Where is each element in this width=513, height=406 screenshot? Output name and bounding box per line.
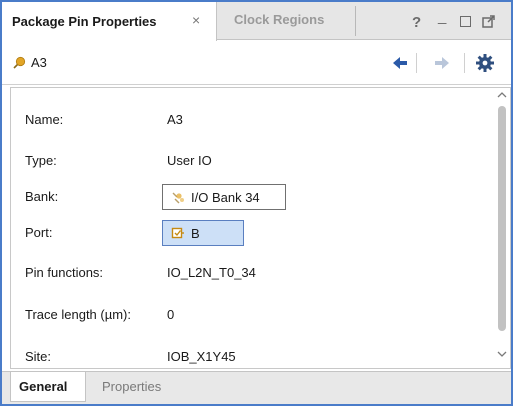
float-icon <box>482 15 495 28</box>
maximize-button[interactable] <box>460 16 471 27</box>
help-button[interactable]: ? <box>412 14 421 31</box>
bottom-tab-bar: General Properties <box>2 371 511 404</box>
toolbar-divider <box>464 53 465 73</box>
property-label: Site: <box>25 349 52 364</box>
tab-general[interactable]: General <box>10 372 86 402</box>
property-row-bank: Bank: I/O Bank 34 <box>11 184 491 210</box>
tab-package-pin-properties[interactable]: Package Pin Properties × <box>2 2 217 41</box>
property-label: Trace length (µm): <box>25 307 131 322</box>
tab-properties[interactable]: Properties <box>94 372 184 402</box>
port-value: B <box>191 225 200 241</box>
property-row-type: Type: User IO <box>11 149 491 173</box>
pin-name: A3 <box>31 55 47 70</box>
properties-panel: Name: A3 Type: User IO Bank: I/O Bank 34… <box>10 87 511 369</box>
chevron-down-icon[interactable] <box>497 350 507 358</box>
back-button[interactable] <box>390 53 410 73</box>
property-row-name: Name: A3 <box>11 108 491 132</box>
properties-toolbar: A3 <box>2 41 511 85</box>
toolbar-divider <box>416 53 417 73</box>
scrollbar-thumb[interactable] <box>498 106 506 331</box>
property-label: Port: <box>25 225 53 240</box>
vertical-scrollbar[interactable] <box>494 88 510 368</box>
arrow-right-icon <box>435 57 449 69</box>
close-icon[interactable]: × <box>192 12 200 28</box>
tab-label: Package Pin Properties <box>12 14 157 29</box>
forward-button[interactable] <box>432 53 452 73</box>
pin-title: A3 <box>12 55 47 70</box>
property-value: 0 <box>167 307 175 322</box>
port-link[interactable]: B <box>162 220 244 246</box>
property-label: Bank: <box>25 189 59 204</box>
gear-icon <box>476 54 494 72</box>
tab-bar: Package Pin Properties × Clock Regions ?… <box>2 2 511 41</box>
property-row-port: Port: B <box>11 220 491 246</box>
tab-label: General <box>19 379 68 394</box>
tab-clock-regions[interactable]: Clock Regions <box>226 6 356 36</box>
property-label: Name: <box>25 112 64 127</box>
float-window-button[interactable] <box>482 15 495 28</box>
property-row-pin-functions: Pin functions: IO_L2N_T0_34 <box>11 261 491 285</box>
property-label: Type: <box>25 153 57 168</box>
property-value: IOB_X1Y45 <box>167 349 236 364</box>
pin-icon <box>13 56 26 69</box>
tab-label: Properties <box>102 379 162 394</box>
tab-label: Clock Regions <box>234 12 325 27</box>
property-row-site: Site: IOB_X1Y45 <box>11 345 491 368</box>
package-pin-properties-window: Package Pin Properties × Clock Regions ?… <box>0 0 513 406</box>
property-value: User IO <box>167 153 212 168</box>
property-value: A3 <box>167 112 183 127</box>
property-value: IO_L2N_T0_34 <box>167 265 256 280</box>
minimize-button[interactable]: _ <box>438 8 446 25</box>
port-icon <box>171 227 184 239</box>
bank-link[interactable]: I/O Bank 34 <box>162 184 286 210</box>
chevron-up-icon[interactable] <box>497 91 507 99</box>
property-label: Pin functions: <box>25 265 104 280</box>
property-row-trace-length: Trace length (µm): 0 <box>11 303 491 327</box>
bank-icon <box>172 192 184 204</box>
bank-value: I/O Bank 34 <box>191 189 260 205</box>
settings-button[interactable] <box>475 53 495 73</box>
arrow-left-icon <box>393 57 407 69</box>
